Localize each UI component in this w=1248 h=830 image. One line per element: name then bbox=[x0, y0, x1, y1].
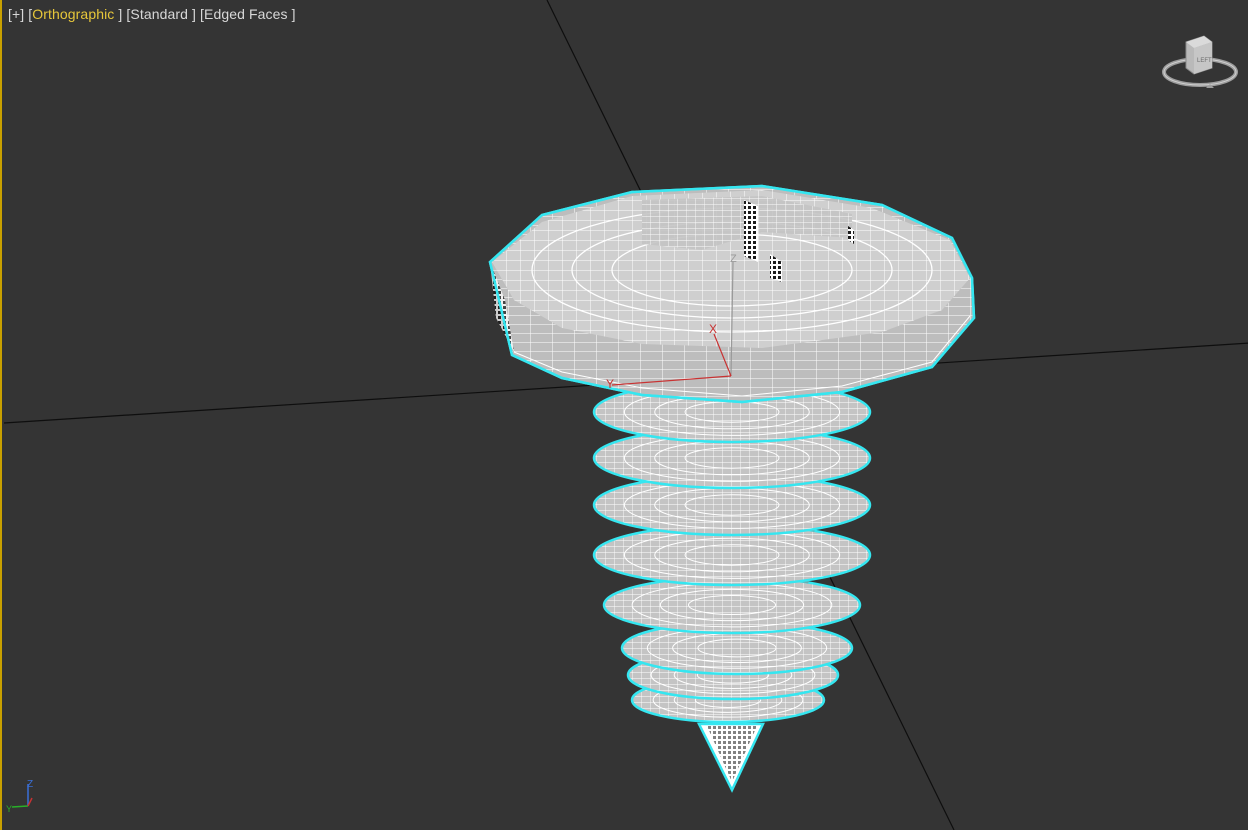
point-of-view-label: Orthographic bbox=[32, 6, 115, 22]
viewport-label-menu: [+] [Orthographic ] [Standard ] [Edged F… bbox=[8, 6, 296, 22]
screw-mesh[interactable] bbox=[488, 184, 976, 793]
edged-faces-label: Edged Faces bbox=[204, 6, 288, 22]
gizmo-y-label: Y bbox=[606, 377, 614, 391]
viewcube[interactable]: LEFT bbox=[1160, 32, 1238, 94]
gizmo-x-label: X bbox=[709, 322, 717, 336]
scene-canvas[interactable]: Z X Y bbox=[2, 0, 1248, 830]
shading-label: Standard bbox=[130, 6, 189, 22]
viewport-edged-faces-menu[interactable]: [Edged Faces ] bbox=[200, 6, 296, 22]
viewport-orthographic[interactable]: Z X Y [+] [Orthographic ] [Standard ] [E… bbox=[0, 0, 1248, 830]
viewport-shading-menu[interactable]: [Standard ] bbox=[126, 6, 196, 22]
world-axis-tripod: Z Y bbox=[6, 779, 33, 814]
tripod-y-label: Y bbox=[6, 804, 12, 814]
gizmo-z-label: Z bbox=[730, 253, 737, 265]
viewport-point-of-view-menu[interactable]: [Orthographic ] bbox=[28, 6, 122, 22]
viewcube-face-label: LEFT bbox=[1197, 58, 1212, 64]
screw-tip bbox=[696, 722, 765, 793]
screw-threads bbox=[592, 373, 872, 724]
viewport-plus-menu[interactable]: [+] bbox=[8, 6, 24, 22]
tripod-z-label: Z bbox=[27, 779, 33, 790]
